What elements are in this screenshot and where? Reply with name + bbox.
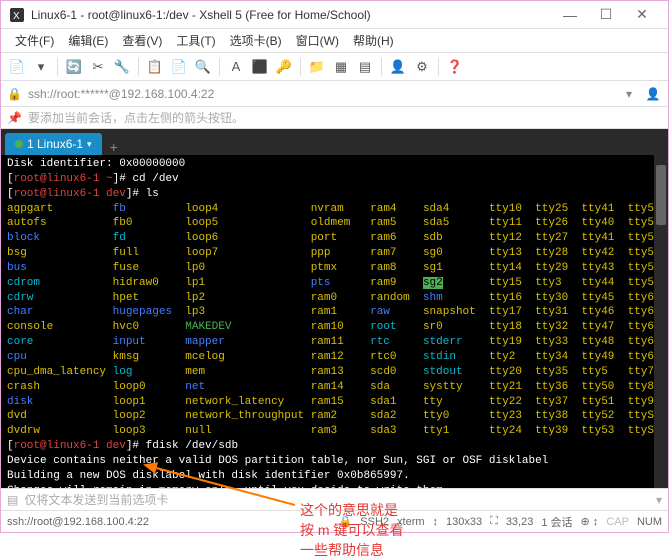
toolbar-btn-c[interactable]: 🔑	[274, 57, 294, 77]
status-ssh: SSH2	[360, 516, 389, 528]
dropdown-icon[interactable]: ▾	[31, 57, 51, 77]
toolbar-btn-d[interactable]: 📁	[307, 57, 327, 77]
maximize-button[interactable]: ☐	[588, 3, 624, 27]
user-icon[interactable]: 👤	[644, 85, 662, 103]
compose-icon[interactable]: ▤	[7, 493, 18, 507]
statusbar: ssh://root@192.168.100.4:22 🔒 SSH2 xterm…	[1, 510, 668, 532]
compose-hint[interactable]: 仅将文本发送到当前选项卡	[24, 491, 650, 508]
menu-edit[interactable]: 编辑(E)	[62, 30, 114, 51]
status-cursor: 33,23	[506, 516, 534, 528]
menu-window[interactable]: 窗口(W)	[290, 30, 345, 51]
status-num: NUM	[637, 516, 662, 528]
status-cap: CAP	[606, 516, 629, 528]
menubar: 文件(F) 编辑(E) 查看(V) 工具(T) 选项卡(B) 窗口(W) 帮助(…	[1, 29, 668, 53]
lock-icon: 🔒	[7, 87, 22, 101]
paste-button[interactable]: 📄	[169, 57, 189, 77]
tab-label: 1 Linux6-1	[27, 137, 83, 151]
menu-tabs[interactable]: 选项卡(B)	[224, 30, 288, 51]
toolbar-btn-e[interactable]: ▦	[331, 57, 351, 77]
disconnect-button[interactable]: ✂	[88, 57, 108, 77]
toolbar-btn-b[interactable]: ⬛	[250, 57, 270, 77]
toolbar: 📄 ▾ 🔄 ✂ 🔧 📋 📄 🔍 A ⬛ 🔑 📁 ▦ ▤ 👤 ⚙ ❓	[1, 53, 668, 81]
compose-bar: ▤ 仅将文本发送到当前选项卡 ▾	[1, 488, 668, 510]
add-tab-button[interactable]: +	[102, 139, 126, 155]
toolbar-btn-h[interactable]: ⚙	[412, 57, 432, 77]
window-title: Linux6-1 - root@linux6-1:/dev - Xshell 5…	[31, 8, 552, 22]
terminal[interactable]: Disk identifier: 0x00000000[root@linux6-…	[1, 155, 668, 488]
menu-view[interactable]: 查看(V)	[116, 30, 168, 51]
reconnect-button[interactable]: 🔄	[64, 57, 84, 77]
scrollbar[interactable]	[654, 155, 668, 488]
hint-text: 要添加当前会话，点击左侧的箭头按钮。	[28, 109, 244, 126]
find-button[interactable]: 🔍	[193, 57, 213, 77]
copy-button[interactable]: 📋	[145, 57, 165, 77]
toolbar-btn-f[interactable]: ▤	[355, 57, 375, 77]
new-session-button[interactable]: 📄	[7, 57, 27, 77]
address-text[interactable]: ssh://root:******@192.168.100.4:22	[28, 87, 614, 101]
annotation-line3: 一些帮助信息	[300, 540, 384, 560]
tab-dropdown-icon[interactable]: ▾	[87, 139, 92, 150]
titlebar: X Linux6-1 - root@linux6-1:/dev - Xshell…	[1, 1, 668, 29]
close-button[interactable]: ✕	[624, 3, 660, 27]
svg-text:X: X	[13, 11, 20, 22]
status-connection: ssh://root@192.168.100.4:22	[7, 516, 331, 528]
help-button[interactable]: ❓	[445, 57, 465, 77]
scrollbar-thumb[interactable]	[656, 165, 666, 225]
connection-status-icon	[15, 140, 23, 148]
toolbar-btn-g[interactable]: 👤	[388, 57, 408, 77]
status-ssh-icon: 🔒	[339, 515, 353, 528]
app-icon: X	[9, 7, 25, 23]
hint-bar: 📌 要添加当前会话，点击左侧的箭头按钮。	[1, 107, 668, 129]
minimize-button[interactable]: —	[552, 3, 588, 27]
menu-help[interactable]: 帮助(H)	[347, 30, 400, 51]
status-term: xterm	[397, 516, 425, 528]
session-tab[interactable]: 1 Linux6-1 ▾	[5, 133, 102, 155]
status-sessions: 1 会话	[541, 514, 572, 530]
address-dropdown[interactable]: ▾	[620, 85, 638, 103]
toolbar-btn-a[interactable]: A	[226, 57, 246, 77]
compose-dropdown[interactable]: ▾	[656, 493, 662, 507]
menu-tools[interactable]: 工具(T)	[170, 30, 221, 51]
tabbar: 1 Linux6-1 ▾ +	[1, 129, 668, 155]
menu-file[interactable]: 文件(F)	[9, 30, 60, 51]
address-bar: 🔒 ssh://root:******@192.168.100.4:22 ▾ 👤	[1, 81, 668, 107]
status-size: 130x33	[446, 516, 482, 528]
properties-button[interactable]: 🔧	[112, 57, 132, 77]
pin-icon[interactable]: 📌	[7, 111, 22, 125]
